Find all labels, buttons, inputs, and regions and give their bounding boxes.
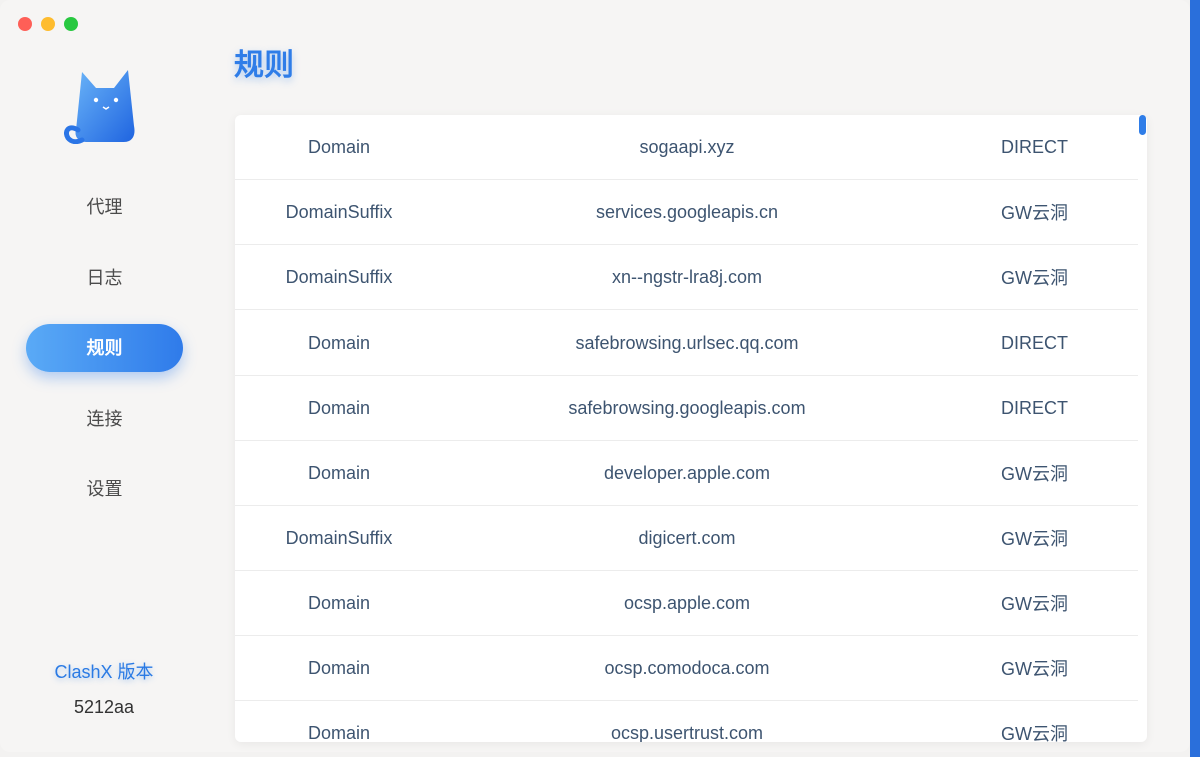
- sidebar-item-settings[interactable]: 设置: [26, 465, 183, 513]
- sidebar-item-proxy[interactable]: 代理: [26, 183, 183, 231]
- rule-target: GW云洞: [1001, 203, 1068, 223]
- rule-type: DomainSuffix: [285, 266, 393, 287]
- app-window: 代理 日志 规则 连接 设置 ClashX 版本 5212aa 规则 Domai…: [0, 0, 1190, 752]
- rule-type: Domain: [307, 332, 371, 353]
- rule-type: Domain: [307, 657, 371, 678]
- rule-type: Domain: [307, 136, 371, 157]
- rule-target: DIRECT: [1001, 332, 1068, 353]
- rule-type: DomainSuffix: [285, 527, 393, 548]
- rule-payload: digicert.com: [638, 527, 736, 548]
- table-row[interactable]: Domain sogaapi.xyz DIRECT: [235, 115, 1138, 180]
- rule-target: DIRECT: [1001, 136, 1068, 157]
- rule-target: GW云洞: [1001, 594, 1068, 614]
- rule-type: Domain: [307, 592, 371, 613]
- table-row[interactable]: Domain safebrowsing.urlsec.qq.com DIRECT: [235, 311, 1138, 376]
- rule-target: GW云洞: [1001, 464, 1068, 484]
- table-row[interactable]: DomainSuffix services.googleapis.cn GW云洞: [235, 180, 1138, 245]
- rule-payload: ocsp.apple.com: [623, 592, 751, 613]
- table-row[interactable]: Domain ocsp.usertrust.com GW云洞: [235, 701, 1138, 743]
- rule-payload: developer.apple.com: [603, 462, 771, 483]
- rule-payload: xn--ngstr-lra8j.com: [611, 266, 763, 287]
- table-row[interactable]: Domain ocsp.apple.com GW云洞: [235, 571, 1138, 636]
- sidebar: 代理 日志 规则 连接 设置 ClashX 版本 5212aa: [0, 0, 208, 752]
- rule-type: Domain: [307, 397, 371, 418]
- rule-payload: sogaapi.xyz: [639, 136, 735, 157]
- rule-type: DomainSuffix: [285, 201, 393, 222]
- rule-target: DIRECT: [1001, 397, 1068, 418]
- rule-type: Domain: [307, 722, 371, 743]
- table-row[interactable]: Domain safebrowsing.googleapis.com DIREC…: [235, 376, 1138, 441]
- rule-target: GW云洞: [1001, 724, 1068, 742]
- sidebar-item-connections[interactable]: 连接: [26, 395, 183, 443]
- table-row[interactable]: DomainSuffix digicert.com GW云洞: [235, 506, 1138, 571]
- rule-payload: ocsp.usertrust.com: [610, 722, 764, 743]
- sidebar-item-rules[interactable]: 规则: [26, 324, 183, 372]
- table-row[interactable]: Domain ocsp.comodoca.com GW云洞: [235, 636, 1138, 701]
- sidebar-item-logs[interactable]: 日志: [26, 254, 183, 302]
- version-label: ClashX 版本: [54, 662, 154, 682]
- rule-target: GW云洞: [1001, 659, 1068, 679]
- rules-table: Domain sogaapi.xyz DIRECT DomainSuffix s…: [235, 115, 1147, 742]
- rule-payload: safebrowsing.googleapis.com: [568, 397, 806, 418]
- table-scrollbar[interactable]: [1139, 115, 1146, 135]
- rule-target: GW云洞: [1001, 268, 1068, 288]
- table-row[interactable]: Domain developer.apple.com GW云洞: [235, 441, 1138, 506]
- table-row[interactable]: DomainSuffix xn--ngstr-lra8j.com GW云洞: [235, 245, 1138, 310]
- sidebar-nav: 代理 日志 规则 连接 设置: [26, 183, 183, 536]
- rule-target: GW云洞: [1001, 529, 1068, 549]
- version-value: 5212aa: [73, 697, 135, 717]
- clashx-cat-logo-icon: [64, 70, 135, 144]
- window-edge-strip: [1190, 0, 1200, 757]
- rule-payload: services.googleapis.cn: [595, 201, 779, 222]
- page-title: 规则: [234, 49, 294, 82]
- rule-payload: ocsp.comodoca.com: [604, 657, 770, 678]
- rule-type: Domain: [307, 462, 371, 483]
- rule-payload: safebrowsing.urlsec.qq.com: [575, 332, 799, 353]
